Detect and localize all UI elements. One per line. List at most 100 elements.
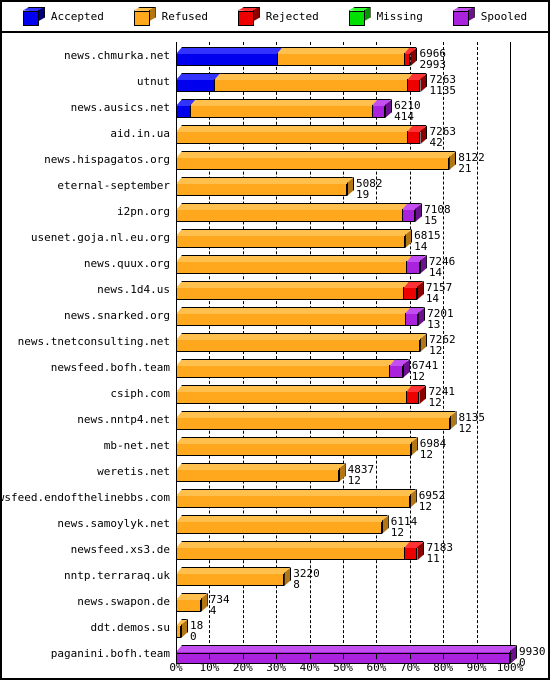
bar-segment-spooled <box>404 313 419 326</box>
y-axis-label: newsfeed.endofthelinebbs.com <box>0 491 170 504</box>
y-axis-label: nntp.terraraq.uk <box>64 569 170 582</box>
y-axis-label: news.samoylyk.net <box>57 517 170 530</box>
y-axis-label: news.tnetconsulting.net <box>17 335 170 348</box>
y-axis-label: ddt.demos.su <box>90 621 170 634</box>
bar-segment-refused <box>176 157 450 170</box>
bar-segment-refused <box>176 469 339 482</box>
bar-segment-refused <box>176 443 411 456</box>
bar-row: newsfeed.bofh.team 6741 12 <box>2 354 548 382</box>
y-axis-label: news.nntp4.net <box>77 413 170 426</box>
y-axis-label: news.ausics.net <box>70 101 170 114</box>
y-axis-label: news.quux.org <box>83 257 170 270</box>
bar-segment-refused <box>176 573 285 586</box>
bar-segment-refused <box>176 235 406 248</box>
bar-row: news.hispagatos.org 8122 21 <box>2 146 548 174</box>
y-axis-label: i2pn.org <box>117 205 170 218</box>
legend-label: Spooled <box>480 10 528 23</box>
bar-segment-spooled <box>406 261 420 274</box>
x-tick-label: 30% <box>266 661 287 674</box>
bar-row: news.ausics.net 6210 414 <box>2 94 548 122</box>
bar-value-labels: 18 0 <box>190 620 203 642</box>
y-axis-label: utnut <box>136 75 170 88</box>
x-tick-label: 60% <box>366 661 387 674</box>
bar-row: eternal-september 5082 19 <box>2 172 548 200</box>
x-tick <box>276 653 278 659</box>
x-tick-label: 10% <box>199 661 220 674</box>
bar-segment-rejected <box>403 53 411 66</box>
bar-row: aid.in.ua 7263 42 <box>2 120 548 148</box>
bar-segment-top <box>176 411 456 418</box>
legend-label: Accepted <box>50 10 104 23</box>
bar-segment-top <box>176 489 416 496</box>
bar-row: news.tnetconsulting.net 7262 12 <box>2 328 548 356</box>
bar-segment-refused <box>190 105 372 118</box>
y-axis-label: paganini.bofh.team <box>50 647 170 660</box>
bar-value-labels: 3220 8 <box>293 568 320 590</box>
legend-swatch-cube-icon <box>452 6 476 27</box>
bar-segment-top <box>176 203 408 210</box>
bar-segment-rejected <box>403 287 417 300</box>
x-tick-label: 20% <box>232 661 253 674</box>
bar-segment-spooled <box>389 365 403 378</box>
bar-segment-rejected <box>407 79 421 92</box>
bar-value-labels: 7262 12 <box>429 334 456 356</box>
bar-row: news.snarked.org 7201 13 <box>2 302 548 330</box>
bar-value-labels: 8122 21 <box>458 152 485 174</box>
bar-value-labels: 7108 15 <box>424 204 451 226</box>
y-axis-label: news.swapon.de <box>77 595 170 608</box>
bar-segment-accepted <box>176 105 191 118</box>
legend-swatch-cube-icon <box>348 6 372 27</box>
bar-row: news.quux.org 7246 14 <box>2 250 548 278</box>
bar-value-labels: 7263 42 <box>429 126 456 148</box>
x-axis-ticks <box>176 653 516 661</box>
x-tick-label: 80% <box>433 661 454 674</box>
bar-segment-top <box>277 47 410 54</box>
bar-segment-top <box>176 333 426 340</box>
chart-container: Accepted Refused Rejected Missing Spooled ne… <box>0 0 550 680</box>
bar-value-labels: 6984 12 <box>420 438 447 460</box>
bar-row: news.swapon.de 734 4 <box>2 588 548 616</box>
bar-segment-refused <box>176 599 201 612</box>
x-tick <box>409 653 411 659</box>
x-tick-label: 0% <box>169 661 183 674</box>
x-tick <box>309 653 311 659</box>
bar-segment-rejected <box>406 391 420 404</box>
plot-area: news.chmurka.net 6966 2993 utnut 7263 1135 new… <box>2 33 548 678</box>
legend-label: Refused <box>161 10 209 23</box>
x-axis-tick-labels: 0% 10% 20% 30% 40% 50% 60% 70% 80% 90% 100% <box>2 661 548 675</box>
bar-value-labels: 7246 14 <box>429 256 456 278</box>
legend-swatch-cube-icon <box>22 6 46 27</box>
bar-segment-spooled <box>371 105 386 118</box>
bar-segment-refused <box>176 339 421 352</box>
bar-segment-top <box>176 47 283 54</box>
y-axis-label: csiph.com <box>110 387 170 400</box>
legend-item-refused: Refused <box>133 6 209 27</box>
x-tick <box>476 653 478 659</box>
bar-segment-spooled <box>401 209 416 222</box>
bar-segment-top <box>176 645 516 652</box>
x-tick <box>510 653 511 659</box>
y-axis-label: newsfeed.xs3.de <box>70 543 170 556</box>
bar-segment-refused <box>176 495 410 508</box>
y-axis-label: usenet.goja.nl.eu.org <box>30 231 170 244</box>
x-tick <box>176 653 177 659</box>
legend-item-accepted: Accepted <box>22 6 104 27</box>
bar-segment-rejected <box>404 547 418 560</box>
legend-swatch-cube-icon <box>133 6 157 27</box>
bar-segment-top <box>176 125 413 132</box>
bar-segment-refused <box>176 365 390 378</box>
bar-value-labels: 7241 12 <box>428 386 455 408</box>
bar-segment-refused <box>176 313 405 326</box>
x-tick <box>376 653 378 659</box>
legend-item-rejected: Rejected <box>237 6 319 27</box>
bar-value-labels: 6741 12 <box>412 360 439 382</box>
bar-segment-top <box>190 99 378 106</box>
bar-segment-top <box>176 541 410 548</box>
bar-segment-top <box>176 307 411 314</box>
x-tick-label: 40% <box>299 661 320 674</box>
bar-segment-refused <box>176 547 405 560</box>
x-tick-label: 100% <box>496 661 524 674</box>
bar-value-labels: 6815 14 <box>414 230 441 252</box>
y-axis-label: aid.in.ua <box>110 127 170 140</box>
y-axis-label: weretis.net <box>97 465 170 478</box>
